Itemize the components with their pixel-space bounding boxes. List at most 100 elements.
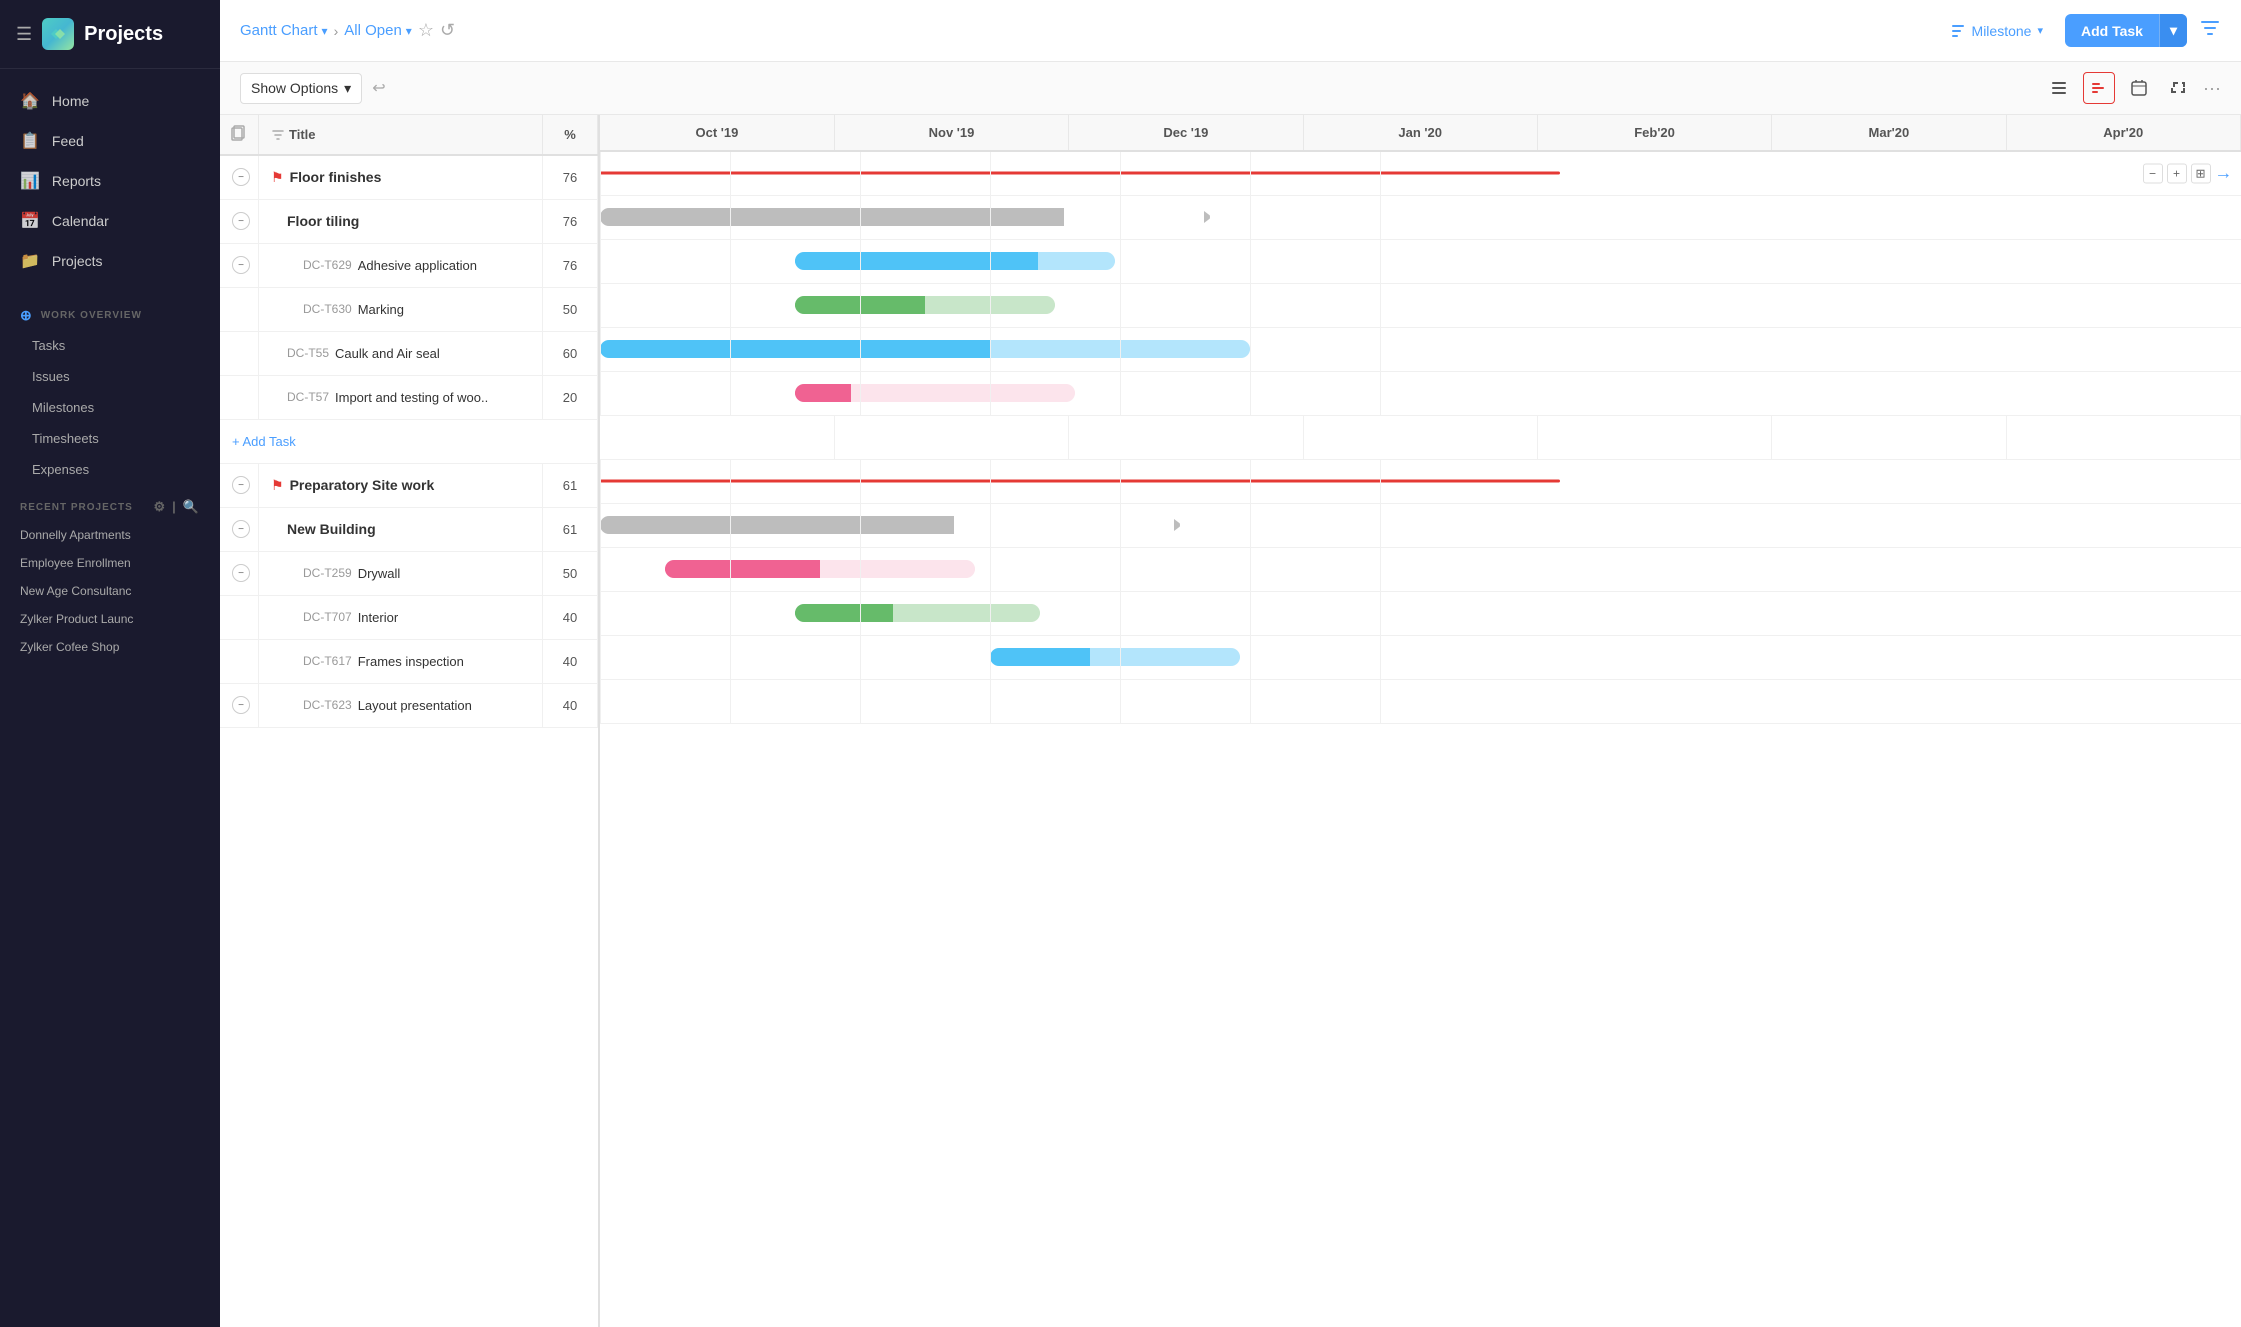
add-task-label: Add Task — [2065, 15, 2159, 47]
sidebar-item-calendar[interactable]: 📅 Calendar — [0, 201, 220, 241]
expand-button[interactable]: − — [232, 564, 250, 582]
task-name[interactable]: Import and testing of woo.. — [335, 390, 488, 405]
search-icon-2[interactable]: 🔍 — [183, 499, 200, 515]
sidebar-item-tasks[interactable]: Tasks — [0, 330, 220, 361]
month-header-4: Feb'20 — [1537, 115, 1771, 151]
add-task-link[interactable]: + Add Task — [220, 420, 597, 463]
show-options-button[interactable]: Show Options ▾ — [240, 73, 362, 104]
calendar-view-button[interactable] — [2123, 72, 2155, 104]
undo-button[interactable]: ↩ — [372, 78, 385, 98]
expand-view-icon — [2171, 80, 2187, 96]
bar-dc-t617 — [990, 648, 1240, 666]
expand-button[interactable]: − — [232, 696, 250, 714]
sidebar-item-feed[interactable]: 📋 Feed — [0, 121, 220, 161]
breadcrumb-gantt-chart[interactable]: Gantt Chart ▾ — [240, 22, 328, 39]
more-options-button[interactable]: ··· — [2203, 78, 2221, 99]
bar-preparatory-site — [600, 480, 1560, 483]
expand-button[interactable]: − — [232, 520, 250, 538]
filter-icon[interactable]: ⚙ — [154, 499, 167, 515]
milestone-button[interactable]: Milestone ▾ — [1940, 17, 2053, 45]
search-icon[interactable]: | — [172, 499, 177, 515]
recent-project-1[interactable]: Employee Enrollmen — [0, 549, 220, 577]
projects-icon: 📁 — [20, 251, 40, 271]
sidebar-item-issues[interactable]: Issues — [0, 361, 220, 392]
bar-right-arrow — [1069, 387, 1075, 399]
add-task-button[interactable]: Add Task ▾ — [2065, 14, 2187, 47]
bar-dc-t630 — [795, 296, 1055, 314]
right-row-preparatory-site — [600, 459, 2241, 503]
bar-dc-t629 — [795, 252, 1115, 270]
expand-button[interactable]: − — [232, 476, 250, 494]
calendar-view-icon — [2131, 80, 2147, 96]
left-row-preparatory-site: −⚑Preparatory Site work61 — [220, 463, 598, 507]
task-id: DC-T707 — [303, 610, 352, 624]
sidebar-item-expenses[interactable]: Expenses — [0, 454, 220, 485]
sidebar-item-reports[interactable]: 📊 Reports — [0, 161, 220, 201]
percent-cell: 76 — [543, 243, 598, 287]
bar-right-arrow — [1244, 343, 1250, 355]
bar-dc-t707 — [795, 604, 1040, 622]
gantt-view-button[interactable] — [2083, 72, 2115, 104]
sidebar-item-home[interactable]: 🏠 Home — [0, 81, 220, 121]
right-row-dc-t623 — [600, 679, 2241, 723]
task-name[interactable]: Floor finishes — [290, 169, 382, 185]
filter-button[interactable] — [2199, 17, 2221, 45]
left-row-dc-t629: −DC-T629 Adhesive application76 — [220, 243, 598, 287]
bar-floor-finishes — [600, 172, 1560, 175]
bar-right-arrow — [1204, 211, 1210, 223]
recent-project-4[interactable]: Zylker Cofee Shop — [0, 633, 220, 661]
expand-view-button[interactable] — [2163, 72, 2195, 104]
sidebar-item-milestones[interactable]: Milestones — [0, 392, 220, 423]
task-name[interactable]: Floor tiling — [287, 213, 359, 229]
left-row-dc-t623: −DC-T623 Layout presentation40 — [220, 683, 598, 727]
favorite-icon[interactable]: ☆ — [418, 20, 434, 41]
month-header-3: Jan '20 — [1303, 115, 1537, 151]
recent-project-2[interactable]: New Age Consultanc — [0, 577, 220, 605]
recent-project-0[interactable]: Donnelly Apartments — [0, 521, 220, 549]
gantt-chart-label: Gantt Chart — [240, 22, 318, 39]
task-name[interactable]: Drywall — [358, 566, 401, 581]
bar-dc-t259 — [665, 560, 975, 578]
expand-button[interactable]: − — [232, 212, 250, 230]
bar-right-arrow — [1049, 299, 1055, 311]
expand-button[interactable]: − — [232, 168, 250, 186]
row-arrow-icon: → — [2215, 163, 2233, 184]
left-table: Title % −⚑Floor finishes76−Floor tiling7… — [220, 115, 598, 728]
calendar-icon: 📅 — [20, 211, 40, 231]
task-name[interactable]: New Building — [287, 521, 376, 537]
expand-button[interactable]: − — [232, 256, 250, 274]
row-control-button[interactable]: ⊞ — [2191, 163, 2211, 183]
left-row-dc-t259: −DC-T259 Drywall50 — [220, 551, 598, 595]
sidebar-item-timesheets[interactable]: Timesheets — [0, 423, 220, 454]
month-header-2: Dec '19 — [1069, 115, 1303, 151]
right-row-dc-t630 — [600, 283, 2241, 327]
left-row-dc-t57: DC-T57 Import and testing of woo..20 — [220, 375, 598, 419]
add-task-dropdown-arrow[interactable]: ▾ — [2159, 14, 2187, 47]
hamburger-icon[interactable]: ☰ — [16, 24, 32, 45]
bar-right-arrow — [1234, 651, 1240, 663]
task-name[interactable]: Frames inspection — [358, 654, 464, 669]
bar-cell-add-5 — [1772, 415, 2006, 459]
work-overview-section: ⊕ WORK OVERVIEW — [0, 293, 220, 330]
bar-left-arrow — [600, 519, 606, 531]
task-name[interactable]: Caulk and Air seal — [335, 346, 440, 361]
task-name[interactable]: Adhesive application — [358, 258, 477, 273]
home-icon: 🏠 — [20, 91, 40, 111]
task-id: DC-T630 — [303, 302, 352, 316]
recent-project-3[interactable]: Zylker Product Launc — [0, 605, 220, 633]
task-name[interactable]: Marking — [358, 302, 404, 317]
row-control-button[interactable]: + — [2167, 163, 2187, 183]
bar-left-arrow — [795, 387, 801, 399]
list-view-button[interactable] — [2043, 72, 2075, 104]
sort-icon — [271, 128, 285, 142]
bar-left-arrow — [795, 299, 801, 311]
refresh-icon[interactable]: ↺ — [440, 20, 455, 41]
task-name[interactable]: Interior — [358, 610, 398, 625]
sidebar-item-reports-label: Reports — [52, 173, 101, 189]
right-row-dc-t629 — [600, 239, 2241, 283]
breadcrumb-all-open[interactable]: All Open ▾ — [344, 22, 412, 39]
task-name[interactable]: Preparatory Site work — [290, 477, 435, 493]
task-name[interactable]: Layout presentation — [358, 698, 472, 713]
sidebar-item-projects[interactable]: 📁 Projects — [0, 241, 220, 281]
row-control-button[interactable]: − — [2143, 163, 2163, 183]
